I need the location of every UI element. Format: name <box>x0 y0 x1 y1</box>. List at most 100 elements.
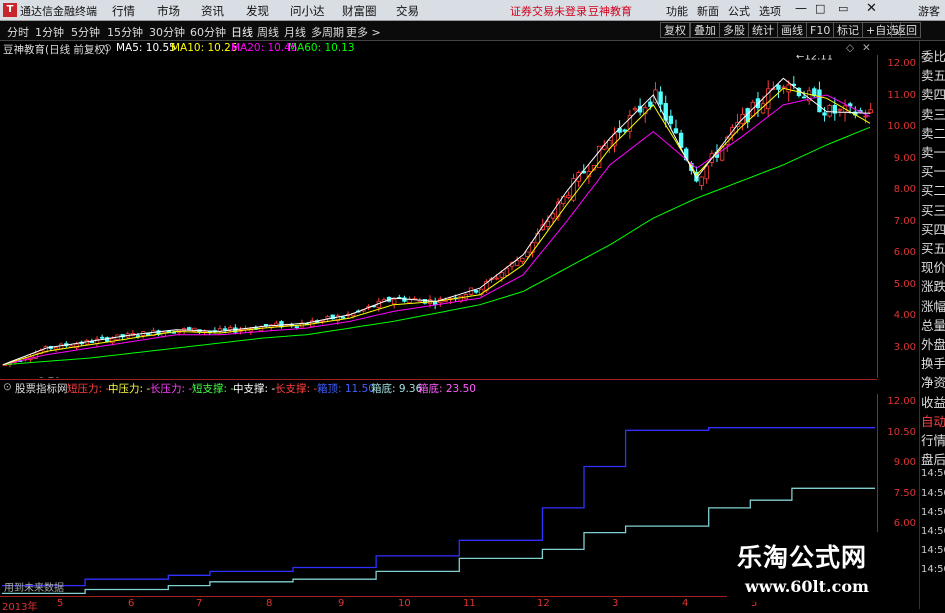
tab-weekly[interactable]: 周线 <box>257 24 279 40</box>
candle-body <box>550 213 556 219</box>
quote-field-label[interactable]: 自动 <box>921 411 945 430</box>
mark-button[interactable]: 标记 <box>833 22 863 38</box>
date-tick: 10 <box>398 598 411 609</box>
candle-body <box>294 326 300 329</box>
sub-price-tick: 10.50 <box>887 426 916 438</box>
menu-new-page[interactable]: 新面 <box>697 3 719 19</box>
stats-button[interactable]: 统计 <box>748 22 778 38</box>
price-tick: 9.00 <box>893 152 916 164</box>
back-button[interactable]: 返回 <box>891 22 921 38</box>
candle-body <box>222 328 228 331</box>
quote-field-label[interactable]: 行情 <box>921 430 945 449</box>
candle-body <box>632 107 638 111</box>
tab-60min[interactable]: 60分钟 <box>190 24 226 40</box>
menu-quotes[interactable]: 行情 <box>112 3 135 19</box>
quote-field-label: 14:50 <box>921 506 945 518</box>
menu-news[interactable]: 资讯 <box>201 3 224 19</box>
candle-body <box>504 267 510 276</box>
candle-body <box>53 347 59 350</box>
candle-body <box>391 298 397 305</box>
menu-market[interactable]: 市场 <box>157 3 180 19</box>
quote-field-label: 换手 <box>921 356 945 372</box>
tab-daily[interactable]: 日线 <box>231 24 253 40</box>
close-chart-icon[interactable]: ✕ <box>862 42 871 54</box>
quote-field-label: 买三 <box>921 202 945 218</box>
date-tick: 3 <box>612 598 619 609</box>
menu-options[interactable]: 选项 <box>759 3 781 19</box>
candle-body <box>520 257 525 262</box>
watermark-title: 乐淘公式网 <box>737 543 868 572</box>
price-tick: 11.00 <box>887 89 916 101</box>
multi-stock-button[interactable]: 多股 <box>719 22 749 38</box>
menu-ask[interactable]: 问小达 <box>290 3 325 19</box>
price-tick: 3.00 <box>893 341 916 353</box>
quote-field-label: 卖二 <box>921 125 945 141</box>
quote-field-label: 总量 <box>921 317 945 333</box>
candle-body <box>817 89 822 113</box>
adjust-button[interactable]: 复权 <box>660 22 690 38</box>
ma10-line <box>2 87 871 366</box>
candle-body <box>566 194 571 198</box>
title-bar: T 通达信金融终端 行情 市场 资讯 发现 问小达 财富圈 交易 证券交易未登录… <box>0 0 945 21</box>
price-tick: 12.00 <box>887 58 916 69</box>
quote-panel: 委比 卖五 卖四 卖三 卖二 卖一 买一 买二 买三 买四 买五 现价 涨跌 涨幅 总量 外盘 换手 净资 收益 自动… <box>919 41 945 609</box>
diamond-icon[interactable]: ◇ <box>846 42 854 54</box>
candle-body <box>822 112 827 116</box>
menu-function[interactable]: 功能 <box>666 3 688 19</box>
settings-icon[interactable]: ⊙ <box>103 42 112 54</box>
tab-1min[interactable]: 1分钟 <box>35 24 64 40</box>
candle-body <box>781 86 786 89</box>
f10-button[interactable]: F10 <box>806 22 835 38</box>
menu-formula[interactable]: 公式 <box>728 3 750 19</box>
window-icon[interactable]: □ <box>815 2 825 15</box>
stock-notice[interactable]: 豆神教育 <box>588 3 632 19</box>
candle-body <box>668 115 674 124</box>
menu-trade[interactable]: 交易 <box>396 3 419 19</box>
minimize-icon[interactable]: — <box>795 1 807 15</box>
quote-field-label: 卖四 <box>921 87 945 103</box>
tab-multi-period[interactable]: 多周期 <box>311 24 344 40</box>
candle-body <box>545 221 551 227</box>
candle-body <box>837 108 843 111</box>
candlestick-chart[interactable]: ←12.11 ←2.70 <box>0 55 877 378</box>
quote-field-label: 14:50 <box>921 564 945 576</box>
sub-price-tick: 12.00 <box>887 396 916 407</box>
quote-field-label: 涨跌 <box>921 279 945 295</box>
quote-field-label: 14:50 <box>921 545 945 557</box>
tab-15min[interactable]: 15分钟 <box>107 24 143 40</box>
quote-field-label: 涨幅 <box>921 298 945 314</box>
period-toolbar: 分时 1分钟 5分钟 15分钟 30分钟 60分钟 日线 周线 月线 多周期 更… <box>0 21 945 41</box>
high-annotation: ←12.11 <box>796 55 833 62</box>
tab-intraday[interactable]: 分时 <box>7 24 29 40</box>
price-tick: 8.00 <box>893 184 916 195</box>
price-tick: 4.00 <box>893 310 916 321</box>
draw-line-button[interactable]: 画线 <box>777 22 807 38</box>
quote-field-label: 外盘 <box>921 337 945 352</box>
ma20-line <box>2 94 871 366</box>
indicator-bar: ⊙ 股票指标网 短压力: - 中压力: - 长压力: - 短支撑: - 中支撑:… <box>0 379 877 395</box>
candle-body <box>325 316 330 319</box>
candle-body <box>494 277 499 280</box>
login-notice[interactable]: 证券交易未登录 <box>510 3 587 19</box>
close-icon[interactable]: ✕ <box>866 1 877 16</box>
menu-wealth[interactable]: 财富圈 <box>342 3 377 19</box>
candle-body <box>187 327 192 330</box>
tab-30min[interactable]: 30分钟 <box>149 24 185 40</box>
indicator-settings-icon[interactable]: ⊙ <box>3 381 12 393</box>
quote-field-label: 买五 <box>921 241 945 256</box>
maximize-icon[interactable]: ▭ <box>838 2 848 15</box>
quote-field-label[interactable]: 盘后 <box>921 449 945 468</box>
ma5-label: MA5: 10.55 <box>116 42 176 54</box>
ma60-label: MA60: 10.13 <box>288 42 355 54</box>
date-tick: 9 <box>338 598 345 609</box>
app-title: 通达信金融终端 <box>20 5 97 18</box>
menu-discover[interactable]: 发现 <box>246 3 269 19</box>
ma60-line <box>2 126 871 366</box>
tab-more[interactable]: 更多 > <box>346 24 381 40</box>
guest-label[interactable]: 游客 <box>918 3 940 19</box>
overlay-button[interactable]: 叠加 <box>690 22 720 38</box>
tab-5min[interactable]: 5分钟 <box>71 24 100 40</box>
candle-body <box>663 103 668 121</box>
candle-body <box>786 84 791 93</box>
tab-monthly[interactable]: 月线 <box>284 24 306 40</box>
